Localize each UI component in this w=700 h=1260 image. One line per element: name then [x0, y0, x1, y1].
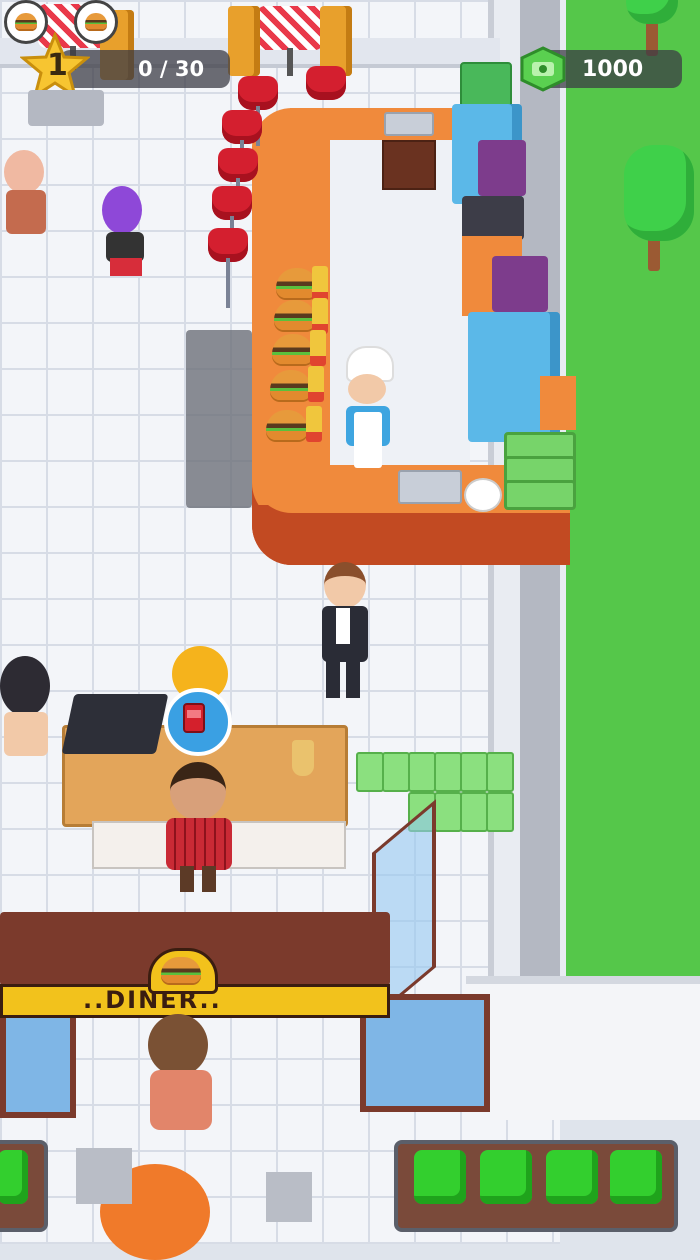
bar-stool	[222, 110, 262, 180]
bush	[546, 1150, 598, 1204]
bush	[414, 1150, 466, 1204]
fries-item[interactable]	[312, 266, 328, 302]
bush	[480, 1150, 532, 1204]
floor-shadow	[266, 1172, 312, 1222]
drink-machine[interactable]	[478, 140, 526, 196]
burger-item[interactable]	[270, 370, 312, 400]
front-window	[0, 1010, 76, 1118]
drink-machine[interactable]	[492, 256, 548, 312]
side-counter	[540, 376, 576, 430]
chair	[228, 6, 260, 76]
burger-item[interactable]	[266, 410, 308, 440]
bush	[610, 1150, 662, 1204]
request-bubble	[164, 688, 232, 756]
burger-item[interactable]	[272, 334, 314, 364]
waiter-player[interactable]	[316, 562, 376, 702]
microwave[interactable]	[460, 62, 512, 108]
cash-stack[interactable]	[504, 480, 576, 510]
soda-icon	[183, 703, 205, 733]
planter	[0, 1140, 48, 1232]
burger-icon	[15, 13, 37, 29]
customer-progress-text: 0 / 30	[138, 57, 205, 81]
fries-item[interactable]	[308, 366, 324, 402]
chef[interactable]	[340, 346, 396, 468]
planter	[394, 1140, 678, 1232]
level-number: 1	[47, 48, 68, 83]
cash-icon	[518, 46, 568, 92]
bar-stool	[208, 228, 248, 308]
cash-register[interactable]	[61, 694, 169, 754]
money-amount: 1000	[582, 57, 644, 82]
bar-stool	[238, 76, 278, 146]
sink[interactable]	[398, 470, 462, 504]
customer[interactable]	[140, 1014, 224, 1138]
burger-icon	[148, 948, 218, 994]
customer[interactable]	[98, 186, 158, 316]
sink[interactable]	[384, 112, 434, 136]
bar-stool	[212, 186, 252, 256]
plate-stack[interactable]	[464, 478, 502, 512]
fries-item[interactable]	[310, 330, 326, 366]
front-wall	[466, 976, 700, 1120]
burger-item[interactable]	[274, 300, 316, 330]
stove[interactable]	[462, 196, 524, 240]
kitchen-counter-front	[252, 505, 570, 565]
bush	[0, 1150, 28, 1204]
floor-shadow	[28, 90, 104, 126]
fries-item[interactable]	[306, 406, 322, 442]
customer[interactable]	[0, 656, 64, 786]
customer[interactable]	[164, 762, 238, 892]
bar-stool	[306, 66, 346, 100]
customer[interactable]	[0, 150, 56, 254]
cabinet	[382, 140, 436, 190]
fries-item[interactable]	[312, 298, 328, 334]
burger-icon	[85, 13, 107, 29]
cash-pile[interactable]	[356, 752, 516, 836]
bar-stool	[218, 148, 258, 218]
kitchen-counter-top-segment	[290, 108, 470, 140]
floor-shadow	[186, 330, 252, 508]
drink-cup	[292, 740, 314, 776]
floor-shadow	[76, 1148, 132, 1204]
tree	[622, 145, 700, 275]
